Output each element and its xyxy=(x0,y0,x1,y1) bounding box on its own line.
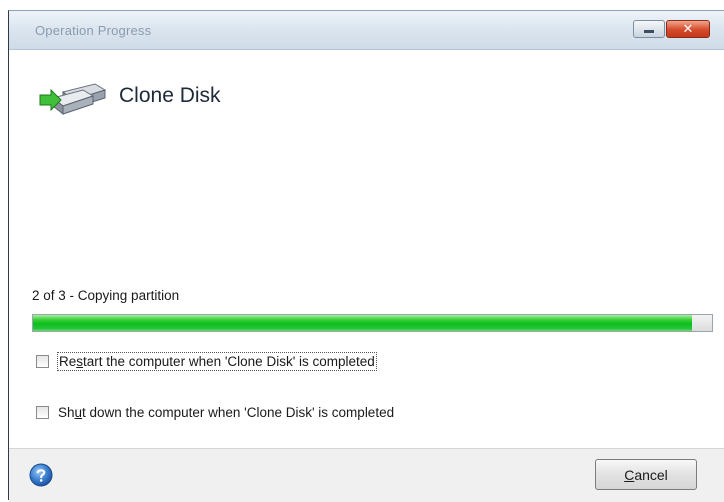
window-title: Operation Progress xyxy=(35,23,152,38)
minimize-button[interactable] xyxy=(633,20,665,38)
operation-status: 2 of 3 - Copying partition xyxy=(32,288,180,303)
restart-checkbox-label[interactable]: Restart the computer when 'Clone Disk' i… xyxy=(57,352,377,371)
clone-disk-icon xyxy=(39,83,107,116)
title-bar[interactable]: Operation Progress ✕ xyxy=(9,11,724,50)
dialog-footer: Cancel xyxy=(9,448,724,502)
minimize-icon xyxy=(644,30,654,33)
shutdown-checkbox-label[interactable]: Shut down the computer when 'Clone Disk'… xyxy=(57,404,395,421)
restart-checkbox[interactable] xyxy=(36,355,49,368)
cancel-button[interactable]: Cancel xyxy=(595,459,697,490)
shutdown-option[interactable]: Shut down the computer when 'Clone Disk'… xyxy=(36,404,395,421)
operation-progress-window: Operation Progress ✕ Clone Disk 2 of 3 -… xyxy=(8,10,724,502)
shutdown-checkbox[interactable] xyxy=(36,406,49,419)
close-icon: ✕ xyxy=(682,21,694,37)
progress-bar-fill xyxy=(33,315,692,331)
help-icon[interactable] xyxy=(29,463,53,487)
progress-bar xyxy=(32,314,713,332)
cancel-button-mnemonic: C xyxy=(624,466,635,483)
operation-title: Clone Disk xyxy=(119,84,221,107)
restart-option[interactable]: Restart the computer when 'Clone Disk' i… xyxy=(36,352,377,371)
cancel-button-label: ancel xyxy=(634,466,668,483)
close-button[interactable]: ✕ xyxy=(666,20,710,38)
